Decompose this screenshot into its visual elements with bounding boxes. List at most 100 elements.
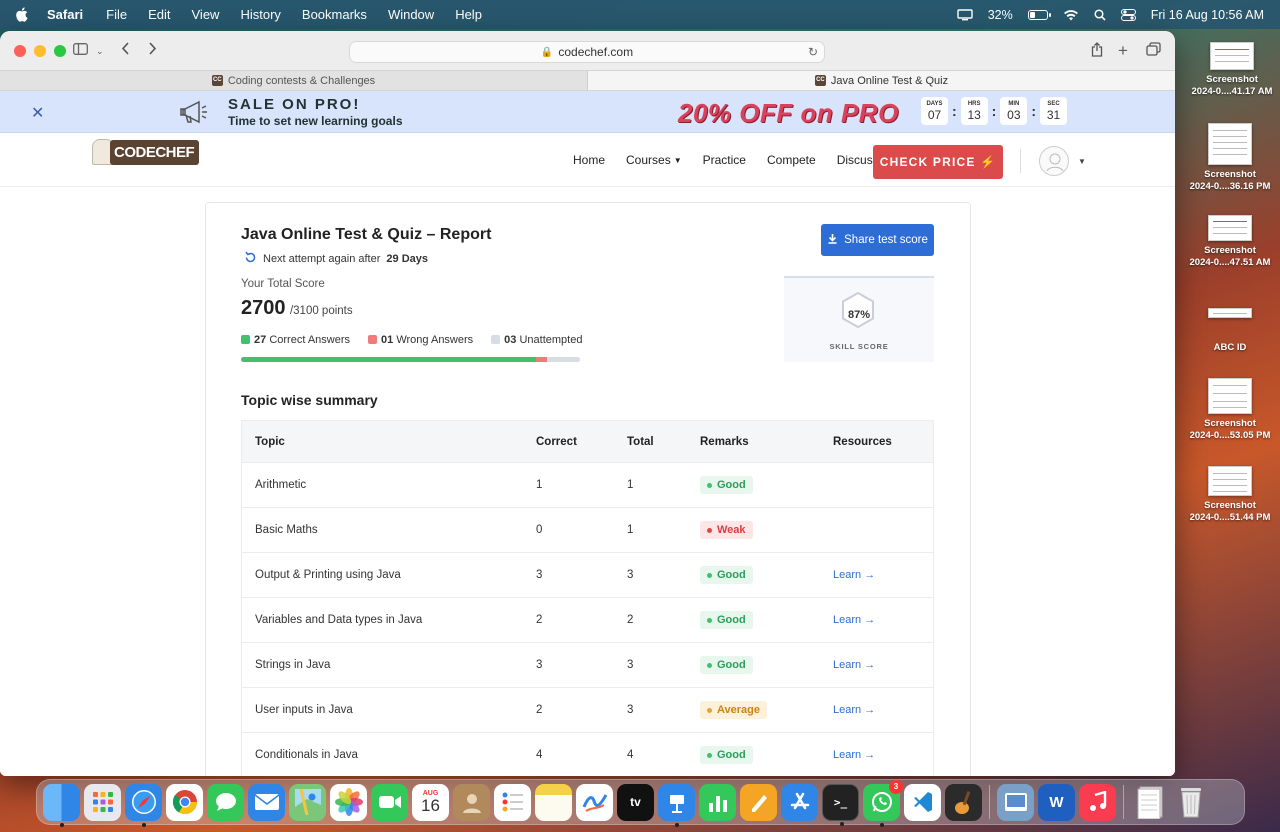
file-thumbnail-icon (1208, 308, 1252, 318)
table-row: Conditionals in Java 4 4 Good Learn → (242, 732, 933, 776)
sidebar-menu-chevron-icon[interactable]: ⌄ (96, 42, 104, 60)
caret-down-icon[interactable]: ▼ (1078, 157, 1086, 166)
spotlight-search-icon[interactable] (1094, 8, 1106, 21)
safari-icon[interactable] (125, 783, 162, 827)
status-badge: Average (700, 701, 768, 719)
desktop-file-screenshot-1[interactable]: Screenshot 2024-0....41.17 AM (1187, 42, 1277, 98)
tab-java-quiz[interactable]: CC Java Online Test & Quiz (587, 71, 1175, 90)
tab-coding-contests[interactable]: CC Coding contests & Challenges (0, 71, 587, 90)
back-icon[interactable] (121, 42, 130, 60)
battery-icon[interactable] (1027, 9, 1051, 20)
remarks-cell: Average (700, 701, 833, 719)
share-test-score-button[interactable]: Share test score (821, 224, 934, 256)
wifi-icon[interactable] (1063, 9, 1079, 21)
learn-link[interactable]: Learn → (833, 704, 875, 716)
window-controls (14, 44, 66, 57)
maps-icon[interactable] (289, 783, 326, 821)
next-attempt-info: Next attempt again after 29 Days (244, 251, 428, 267)
reminders-icon[interactable] (494, 783, 531, 821)
check-price-button[interactable]: CHECK PRICE ⚡ (873, 145, 1003, 179)
sidebar-toggle-icon[interactable] (73, 42, 88, 60)
zoom-window-button[interactable] (54, 44, 66, 57)
menu-view[interactable]: View (192, 7, 220, 22)
vscode-icon[interactable] (904, 783, 941, 821)
word-icon[interactable]: W (1038, 783, 1075, 821)
status-dot-icon (707, 752, 712, 758)
menu-edit[interactable]: Edit (148, 7, 170, 22)
learn-link[interactable]: Learn → (833, 614, 875, 626)
address-bar-url: codechef.com (558, 45, 634, 59)
wrong-label: Wrong Answers (396, 334, 474, 346)
dock-separator (989, 785, 990, 819)
pages-icon[interactable] (740, 783, 777, 821)
topic-name: Strings in Java (255, 659, 331, 671)
music-icon[interactable] (1079, 783, 1116, 821)
tv-icon[interactable]: tv (617, 783, 654, 821)
minimize-window-button[interactable] (34, 44, 46, 57)
address-bar[interactable]: 🔒 codechef.com ↻ (349, 41, 825, 63)
learn-link[interactable]: Learn → (833, 749, 875, 761)
close-window-button[interactable] (14, 44, 26, 57)
mail-icon[interactable] (248, 783, 285, 821)
terminal-icon[interactable]: >_ (822, 783, 859, 826)
countdown-seconds: SEC 31 (1040, 97, 1068, 125)
freeform-icon[interactable] (576, 783, 613, 821)
file-name: Screenshot (1204, 245, 1256, 256)
desktop-file-screenshot-3[interactable]: Screenshot 2024-0....47.51 AM (1185, 215, 1275, 269)
contacts-icon[interactable] (453, 783, 490, 821)
facetime-icon[interactable] (371, 783, 408, 821)
status-dot-icon (707, 527, 712, 533)
share-icon[interactable] (1091, 42, 1103, 62)
preview-icon[interactable] (997, 783, 1034, 821)
trash-icon[interactable] (1172, 784, 1209, 821)
codechef-logo[interactable]: CODECHEF (92, 139, 200, 165)
menu-window[interactable]: Window (388, 7, 434, 22)
table-body: Arithmetic 1 1 Good Basic Maths 0 1 Weak Output … (242, 462, 933, 776)
menu-app-name[interactable]: Safari (47, 7, 83, 22)
nav-practice[interactable]: Practice (703, 153, 746, 167)
launchpad-icon[interactable] (84, 783, 121, 821)
new-tab-icon[interactable]: + (1118, 42, 1128, 60)
finder-icon[interactable] (43, 783, 80, 827)
menu-bookmarks[interactable]: Bookmarks (302, 7, 367, 22)
tab-overview-icon[interactable] (1146, 42, 1161, 61)
desktop-file-screenshot-5[interactable]: Screenshot 2024-0....51.44 PM (1185, 466, 1275, 524)
downloads-stack-icon[interactable] (1131, 784, 1168, 821)
app-store-icon[interactable] (781, 783, 818, 821)
calendar-icon[interactable]: AUG 16 (412, 783, 449, 821)
apple-icon[interactable] (15, 7, 29, 23)
avatar[interactable] (1039, 146, 1069, 176)
desktop-file-abc-id[interactable]: ABC ID (1185, 308, 1275, 354)
discount-offer[interactable]: 20% OFF on PRO (678, 98, 899, 129)
menubar-clock[interactable]: Fri 16 Aug 10:56 AM (1151, 8, 1264, 22)
file-name-detail: 2024-0....36.16 PM (1189, 181, 1271, 192)
keynote-icon[interactable] (658, 783, 695, 827)
whatsapp-icon[interactable]: 3 (863, 779, 903, 827)
table-row: Basic Maths 0 1 Weak (242, 507, 933, 552)
reload-icon[interactable]: ↻ (808, 45, 818, 59)
numbers-icon[interactable] (699, 783, 736, 821)
desktop-file-screenshot-4[interactable]: Screenshot 2024-0....53.05 PM (1185, 378, 1275, 442)
messages-icon[interactable] (207, 783, 244, 821)
garageband-icon[interactable] (945, 783, 982, 821)
photos-icon[interactable] (330, 783, 367, 821)
notes-icon[interactable] (535, 783, 572, 821)
menu-history[interactable]: History (240, 7, 280, 22)
correct-count: 3 (536, 659, 543, 671)
table-row: User inputs in Java 2 3 Average Learn → (242, 687, 933, 732)
learn-link[interactable]: Learn → (833, 659, 875, 671)
menu-file[interactable]: File (106, 7, 127, 22)
control-center-icon[interactable] (1120, 8, 1136, 21)
nav-courses[interactable]: Courses ▼ (626, 153, 682, 167)
countdown-hours: HRS 13 (960, 97, 988, 125)
chrome-icon[interactable] (166, 783, 203, 821)
menu-help[interactable]: Help (455, 7, 482, 22)
learn-link[interactable]: Learn → (833, 569, 875, 581)
display-icon[interactable] (957, 8, 973, 21)
forward-icon[interactable] (148, 42, 157, 60)
close-banner-icon[interactable]: ✕ (31, 103, 44, 123)
nav-compete[interactable]: Compete (767, 153, 816, 167)
desktop-file-screenshot-2[interactable]: Screenshot 2024-0....36.16 PM (1185, 123, 1275, 193)
nav-home[interactable]: Home (573, 153, 605, 167)
score-progress-bar (241, 357, 580, 362)
